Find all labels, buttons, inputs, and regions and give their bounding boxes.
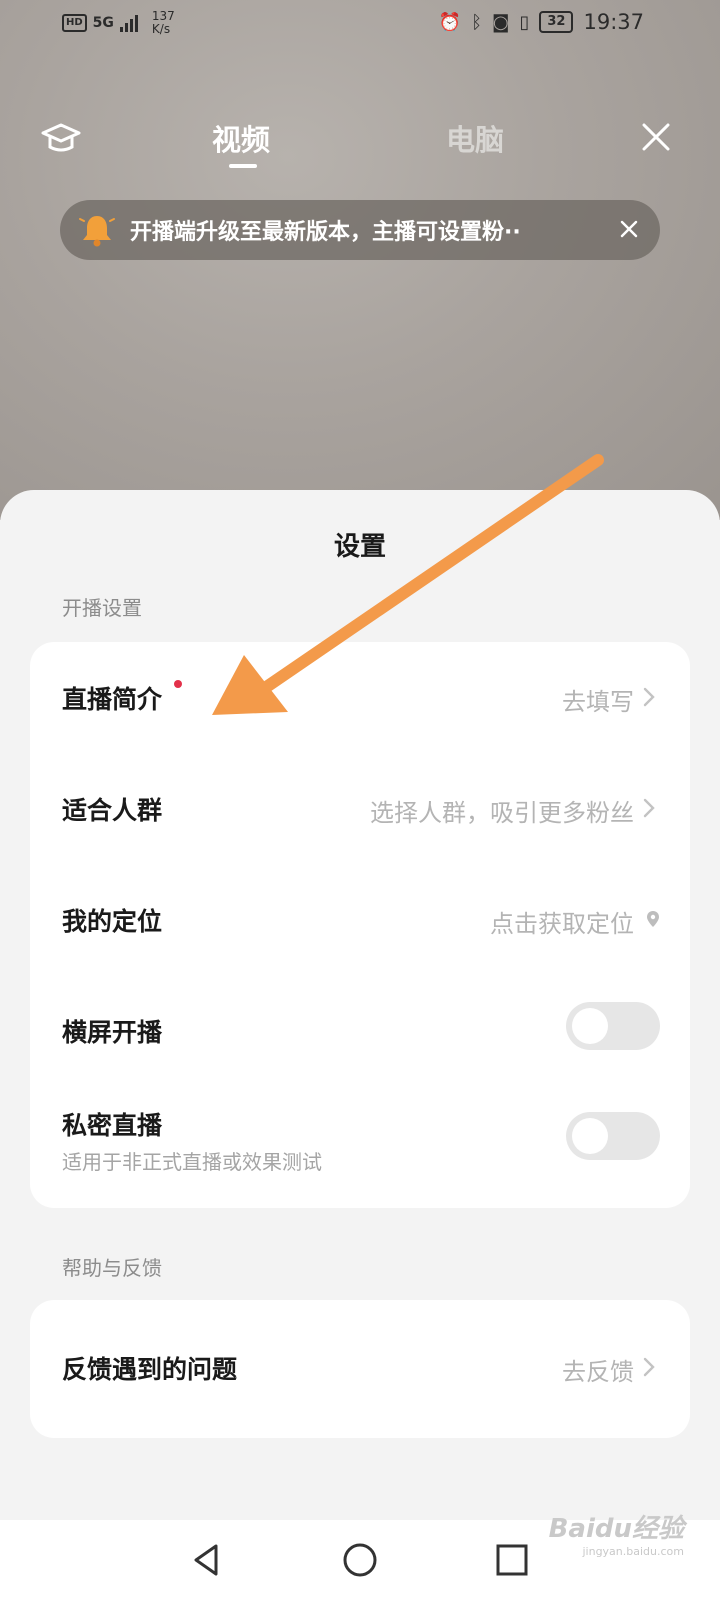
back-icon[interactable] <box>182 1536 230 1584</box>
network-speed-unit: K/s <box>151 22 171 36</box>
row-value: 去填写 <box>562 688 634 716</box>
row-feedback[interactable]: 反馈遇到的问题 去反馈 <box>30 1312 690 1424</box>
row-label: 反馈遇到的问题 <box>62 1355 238 1384</box>
signal-icon <box>119 14 138 32</box>
private-live-toggle[interactable] <box>566 1112 660 1160</box>
top-nav: 视频 电脑 <box>0 105 720 175</box>
section-label-help-feedback: 帮助与反馈 <box>62 1256 162 1280</box>
help-feedback-card: 反馈遇到的问题 去反馈 <box>30 1300 690 1438</box>
watermark-url: jingyan.baidu.com <box>582 1545 684 1558</box>
close-icon[interactable] <box>640 121 672 153</box>
row-landscape-live: 横屏开播 <box>30 978 690 1090</box>
row-label: 我的定位 <box>62 907 163 936</box>
home-icon[interactable] <box>336 1536 384 1584</box>
row-value: 去反馈 <box>562 1358 634 1386</box>
camera-icon: ◙ <box>492 11 510 33</box>
chevron-right-icon <box>643 1357 655 1377</box>
toggle-knob <box>572 1008 608 1044</box>
location-pin-icon <box>647 911 659 927</box>
sheet-title: 设置 <box>333 532 386 562</box>
clock: 19:37 <box>583 10 644 34</box>
tab-active-indicator <box>229 164 257 168</box>
hd-badge: HD <box>62 14 87 32</box>
row-location[interactable]: 我的定位 点击获取定位 <box>30 866 690 978</box>
row-label: 直播简介 <box>62 685 163 714</box>
row-audience[interactable]: 适合人群 选择人群，吸引更多粉丝 <box>30 754 690 866</box>
landscape-toggle[interactable] <box>566 1002 660 1050</box>
row-label: 适合人群 <box>62 796 163 825</box>
vibrate-icon: ▯ <box>519 11 530 33</box>
live-settings-card: 直播简介 去填写 适合人群 选择人群，吸引更多粉丝 我的定位 点击获取定位 横屏… <box>30 642 690 1208</box>
tab-computer[interactable]: 电脑 <box>446 117 504 159</box>
row-private-live: 私密直播 适用于非正式直播或效果测试 <box>30 1090 690 1208</box>
notice-banner[interactable]: 开播端升级至最新版本，主播可设置粉·· <box>60 200 660 260</box>
bluetooth-icon: ᛒ <box>471 11 482 33</box>
status-bar-left: HD 5G 137 K/s <box>62 10 175 36</box>
recents-icon[interactable] <box>488 1536 536 1584</box>
watermark-text: Baidu经验 <box>548 1514 684 1544</box>
alarm-icon: ⏰ <box>438 11 462 33</box>
new-badge-dot <box>174 680 182 688</box>
graduation-cap-icon[interactable] <box>40 119 82 159</box>
settings-sheet: 设置 开播设置 直播简介 去填写 适合人群 选择人群，吸引更多粉丝 我的定位 点… <box>0 490 720 1520</box>
section-label-live-settings: 开播设置 <box>62 596 142 620</box>
notice-close-icon[interactable] <box>618 218 640 240</box>
notice-text: 开播端升级至最新版本，主播可设置粉·· <box>130 220 521 245</box>
row-subtitle: 适用于非正式直播或效果测试 <box>62 1150 322 1174</box>
network-speed-value: 137 <box>151 9 175 23</box>
row-live-intro[interactable]: 直播简介 去填写 <box>30 642 690 754</box>
network-type: 5G <box>92 15 114 31</box>
toggle-knob <box>572 1118 608 1154</box>
chevron-right-icon <box>643 798 655 818</box>
network-speed: 137 K/s <box>152 10 175 36</box>
battery-indicator: 32 <box>539 11 574 33</box>
status-bar: HD 5G 137 K/s ⏰ ᛒ ◙ ▯ 32 19:37 <box>0 0 720 50</box>
row-label: 私密直播 <box>62 1111 163 1140</box>
row-label: 横屏开播 <box>62 1018 163 1047</box>
camera-preview-background <box>0 0 720 520</box>
bell-icon <box>79 216 115 247</box>
watermark: Baidu经验 jingyan.baidu.com <box>549 1508 684 1558</box>
chevron-right-icon <box>643 687 655 707</box>
status-bar-right: ⏰ ᛒ ◙ ▯ 32 19:37 <box>439 10 644 34</box>
row-value: 选择人群，吸引更多粉丝 <box>370 799 634 827</box>
tab-video[interactable]: 视频 <box>212 117 270 159</box>
row-value: 点击获取定位 <box>490 910 634 938</box>
